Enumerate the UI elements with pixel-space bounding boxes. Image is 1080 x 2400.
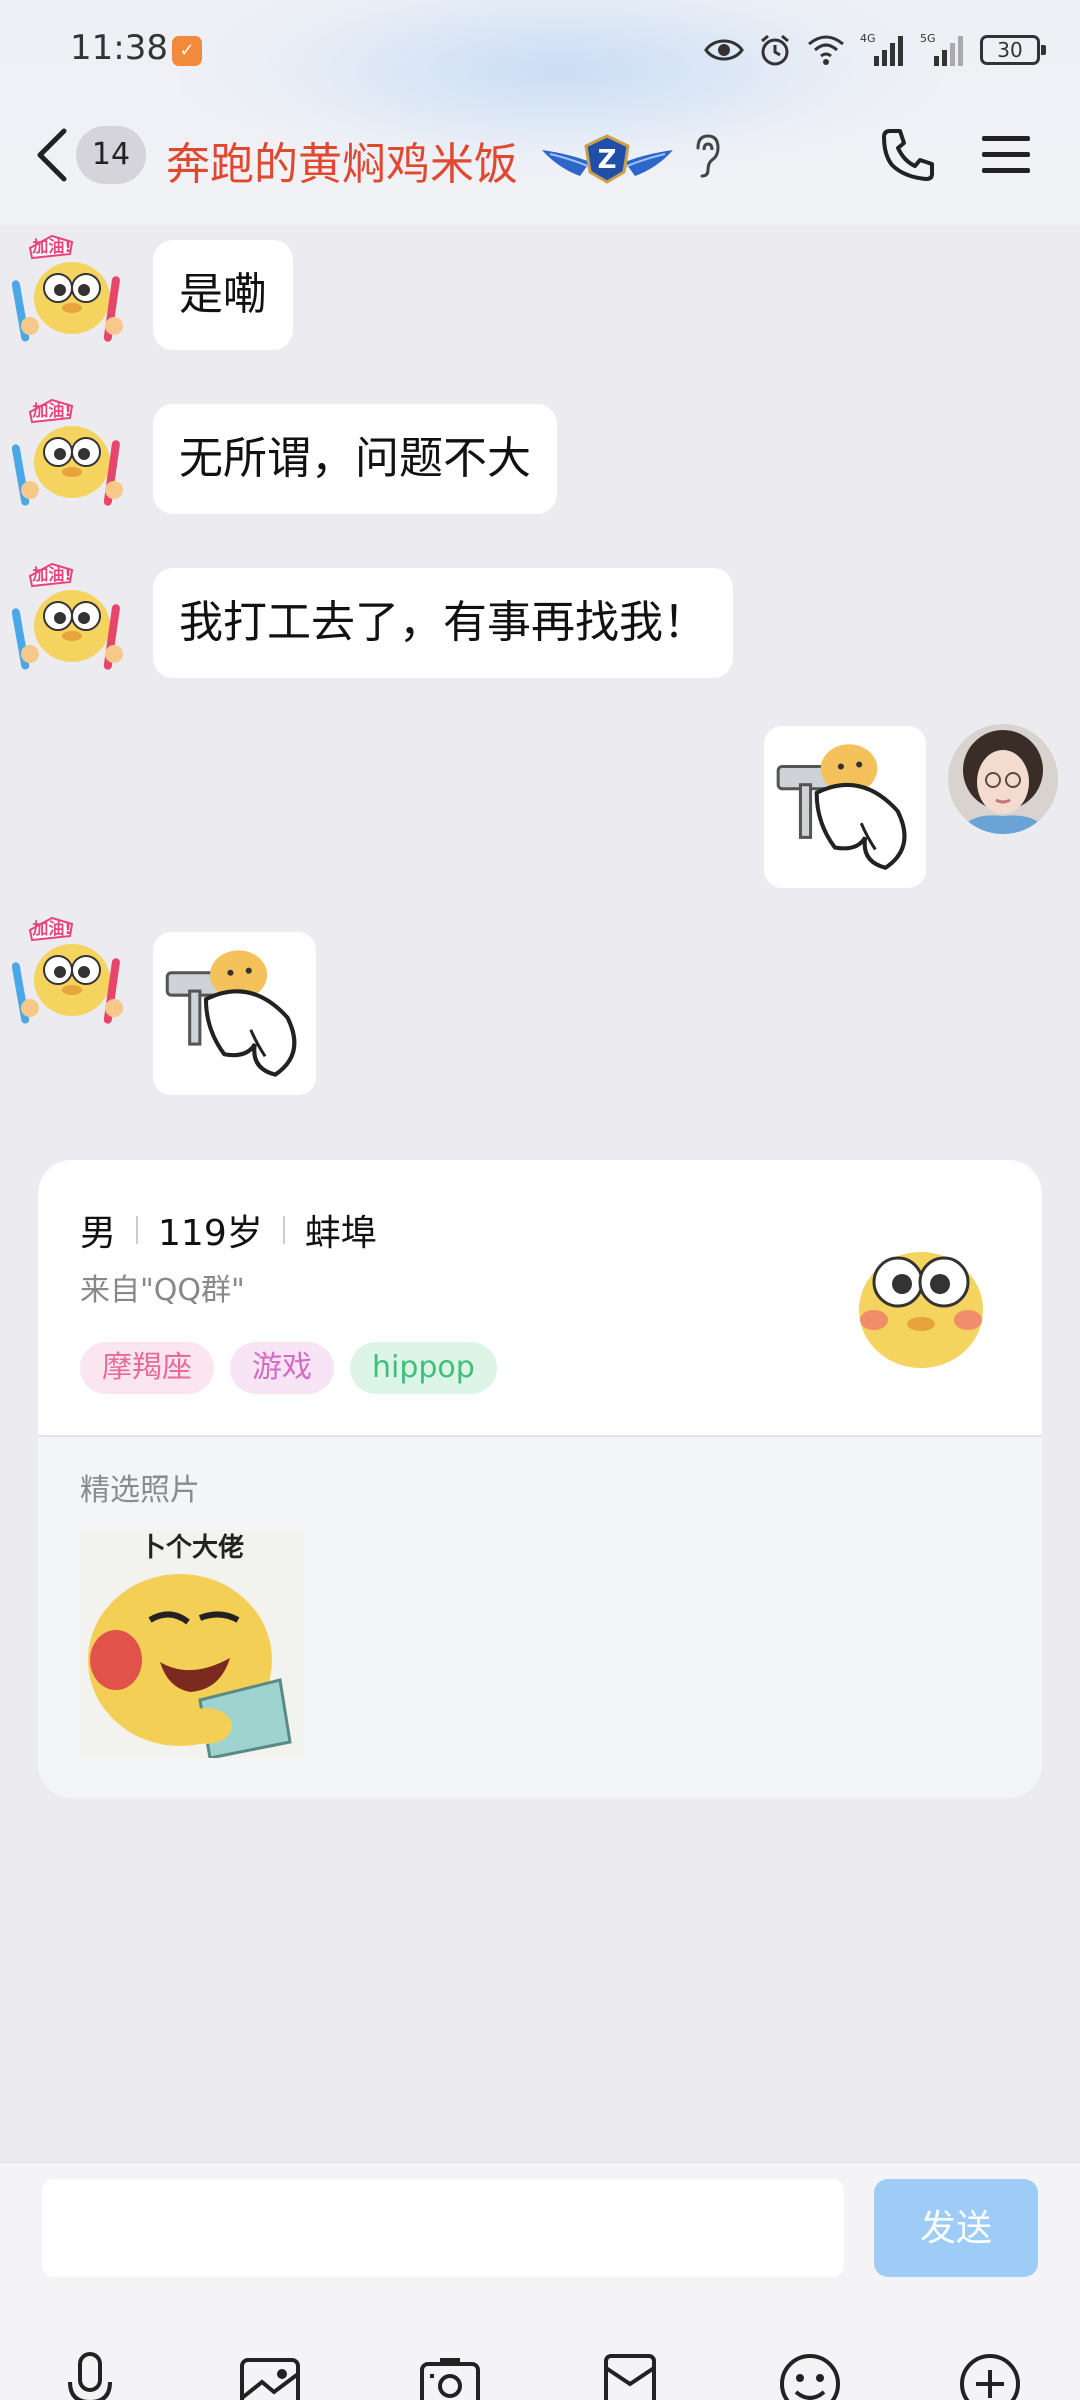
phone-call-icon[interactable] [878,125,938,185]
profile-basic-info: 男 119岁 蚌埠 [80,1204,377,1256]
camera-icon[interactable] [414,2348,486,2400]
separator [282,1216,285,1244]
unread-count-badge[interactable]: 14 [76,126,146,184]
profile-card[interactable]: 男 119岁 蚌埠 来自"QQ群" 摩羯座 游戏 hippop 精选照片 卜个大… [38,1160,1042,1798]
message-bubble[interactable]: 无所谓，问题不大 [153,404,557,514]
featured-photo[interactable]: 卜个大佬 [80,1530,304,1758]
separator [136,1216,139,1244]
profile-source: 来自"QQ群" [80,1273,245,1308]
contact-avatar[interactable] [12,556,137,676]
sticker-message[interactable] [764,726,926,888]
message-bubble[interactable]: 是嘞 [153,240,293,350]
svg-text:4G: 4G [860,32,876,45]
svg-text:5G: 5G [920,32,936,45]
profile-card-header: 男 119岁 蚌埠 来自"QQ群" 摩羯座 游戏 hippop [38,1160,1042,1435]
contact-avatar[interactable] [12,228,137,348]
send-button[interactable]: 发送 [874,2179,1038,2277]
signal-5g-icon: 5G [920,32,963,66]
duck-hammer-sticker-icon [153,932,316,1095]
contact-avatar[interactable] [12,910,137,1030]
my-avatar[interactable] [948,724,1058,834]
alarm-icon [761,34,789,66]
profile-tags: 摩羯座 游戏 hippop [80,1342,497,1394]
eye-icon [704,39,744,61]
divider [38,1435,1042,1437]
back-button[interactable] [30,125,74,185]
status-time: 11:38 [70,28,168,68]
sticker-message[interactable] [153,932,316,1095]
top-bar: 11:38 ✓ 4G 5G 30 14 奔跑的黄焖鸡米饭 Z [0,0,1080,225]
profile-avatar[interactable] [846,1220,996,1370]
status-icons: 4G 5G 30 [704,30,1046,70]
microphone-icon[interactable] [54,2348,126,2400]
emoji-icon[interactable] [774,2348,846,2400]
featured-photos-label: 精选照片 [80,1473,200,1508]
duck-reading-photo-icon: 卜个大佬 [80,1530,304,1758]
image-icon[interactable] [234,2348,306,2400]
profile-gender: 男 [80,1213,117,1254]
plus-icon[interactable] [954,2348,1026,2400]
menu-icon[interactable] [978,130,1034,180]
svg-text:卜个大佬: 卜个大佬 [140,1533,244,1563]
notification-app-icon: ✓ [172,36,202,66]
red-packet-icon[interactable] [594,2348,666,2400]
profile-location: 蚌埠 [304,1213,377,1254]
wifi-icon [808,35,844,65]
tag-item[interactable]: 摩羯座 [80,1342,214,1394]
tag-item[interactable]: 游戏 [230,1342,334,1394]
user-photo-icon [948,724,1058,834]
message-bubble[interactable]: 我打工去了，有事再找我！ [153,568,733,678]
tag-item[interactable]: hippop [350,1342,497,1394]
svg-text:Z: Z [598,145,617,175]
vip-badge-icon: Z [542,134,673,184]
duck-hammer-sticker-icon [764,726,926,888]
message-input[interactable] [42,2179,844,2277]
ear-icon[interactable] [690,132,722,180]
profile-age: 119岁 [158,1213,263,1254]
chat-title[interactable]: 奔跑的黄焖鸡米饭 [166,128,518,192]
contact-avatar[interactable] [12,392,137,512]
signal-4g-icon: 4G [860,32,903,66]
battery-indicator: 30 [980,35,1046,65]
input-bar: 发送 [0,2162,1080,2400]
duck-face-icon [846,1220,996,1370]
